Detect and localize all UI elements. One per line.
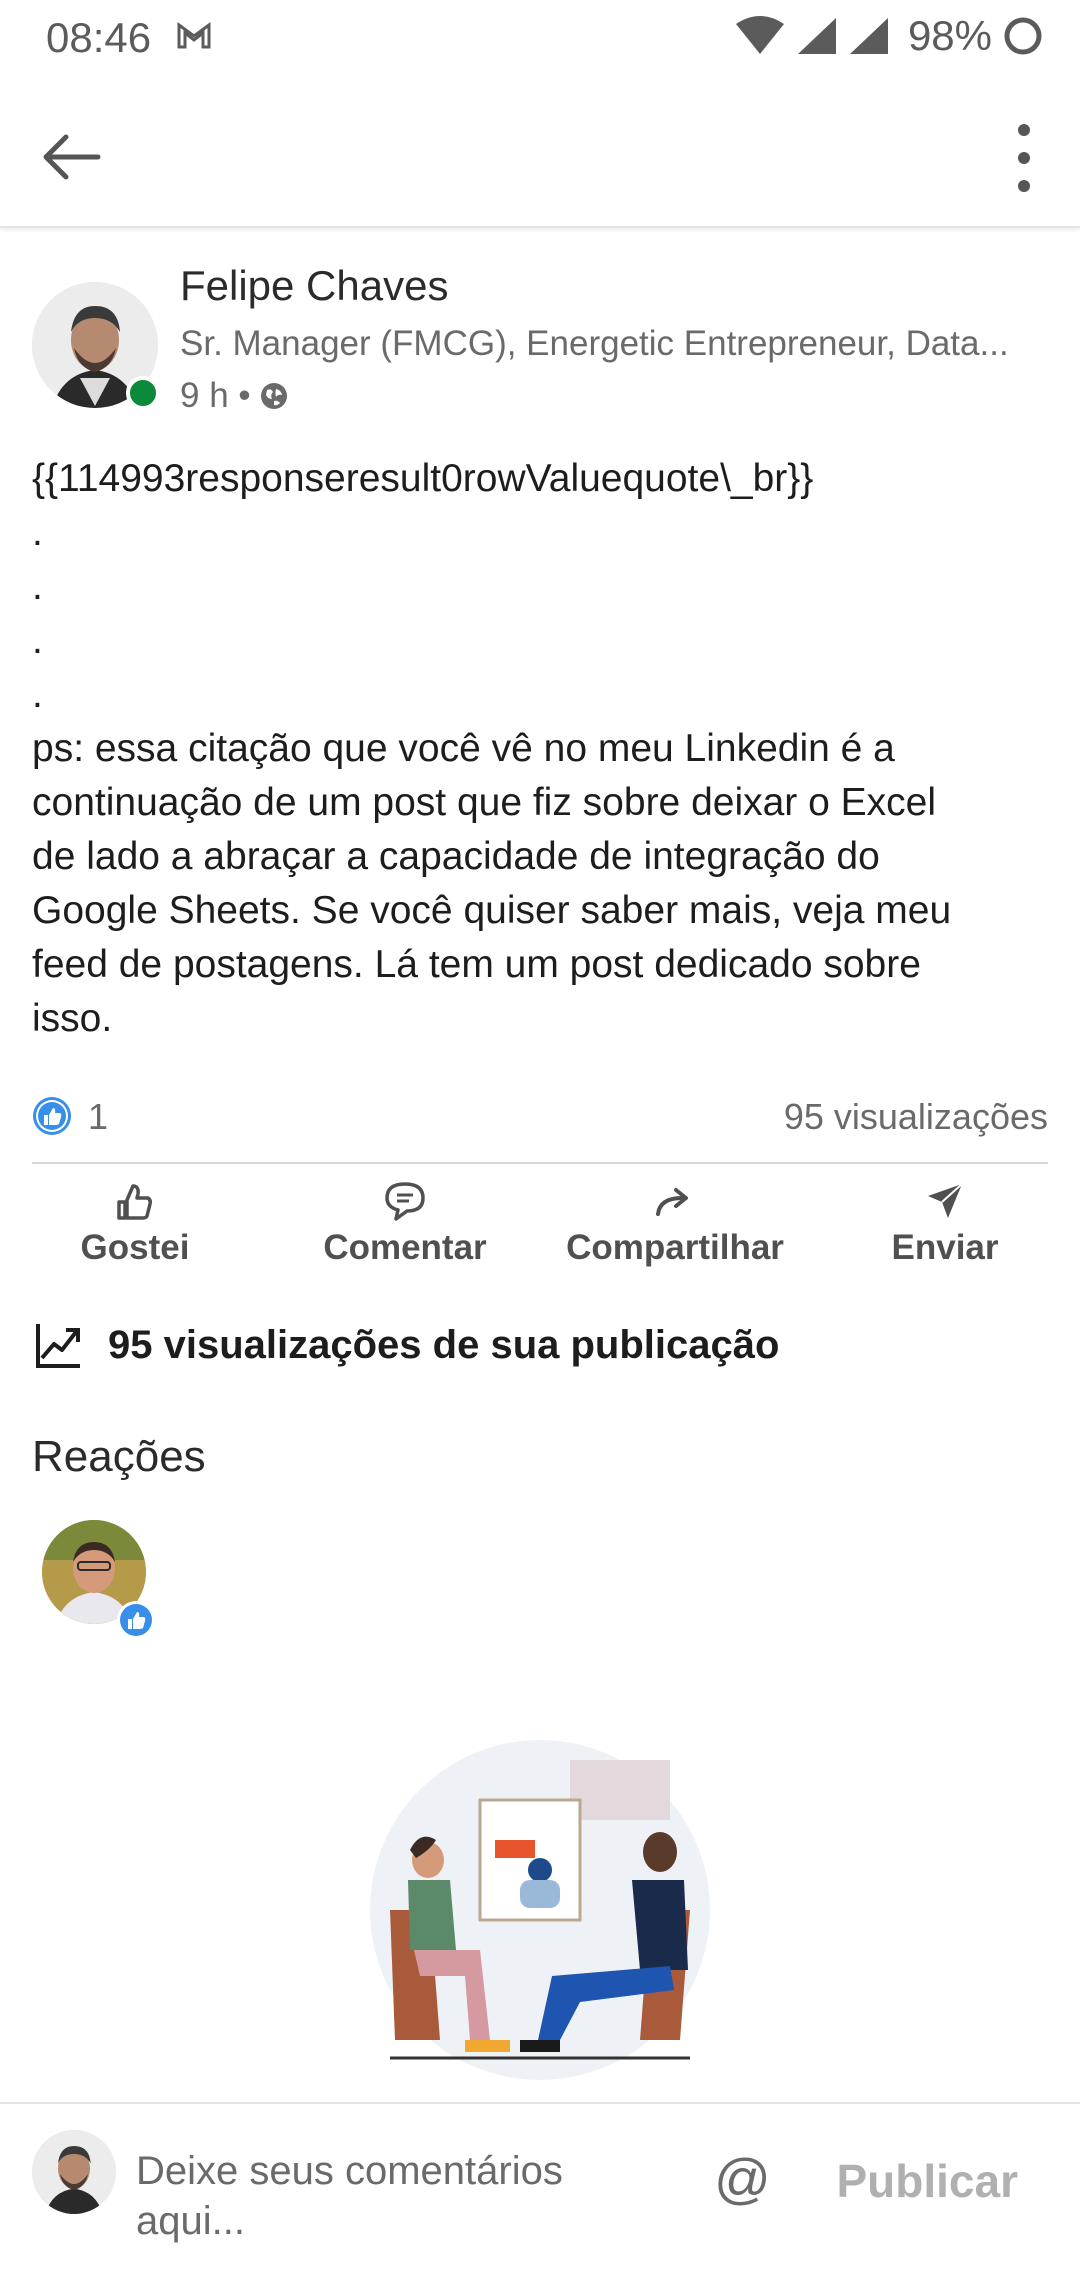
- post-line: {{114993responseresult0rowValuequote\_br…: [32, 457, 814, 500]
- arrow-left-icon[interactable]: [38, 122, 108, 192]
- reactor-avatar[interactable]: [42, 1520, 155, 1639]
- thumbs-up-icon: [117, 1184, 152, 1220]
- composer-avatar-photo: [32, 2130, 116, 2214]
- globe-icon: [260, 383, 287, 409]
- publish-button[interactable]: Publicar: [836, 2154, 1018, 2208]
- impressions-link[interactable]: 95 visualizações de sua publicação: [32, 1310, 1048, 1380]
- like-badge-icon: [117, 1601, 155, 1639]
- status-icons: 98%: [734, 12, 1044, 60]
- like-button[interactable]: Gostei: [0, 1176, 270, 1286]
- status-time: 08:46: [46, 14, 152, 61]
- post-line: feed de postagens. Lá tem um post dedica…: [32, 943, 921, 986]
- wifi-icon: [735, 16, 784, 54]
- people-meeting-illustration: [370, 1740, 710, 2080]
- online-status-dot: [126, 376, 160, 410]
- mention-button[interactable]: @: [714, 2146, 771, 2211]
- comment-input[interactable]: Deixe seus comentários aqui...: [136, 2146, 656, 2246]
- post-author[interactable]: Felipe Chaves Sr. Manager (FMCG), Energe…: [32, 262, 1048, 432]
- like-count[interactable]: 1: [88, 1096, 108, 1138]
- send-icon: [928, 1183, 963, 1218]
- status-bar: 08:46 98%: [0, 0, 1080, 80]
- post-line: ps: essa citação que você vê no meu Link…: [32, 727, 895, 770]
- views-count[interactable]: 95 visualizações: [784, 1096, 1048, 1138]
- trending-chart-icon: [36, 1324, 80, 1368]
- send-label: Enviar: [891, 1228, 999, 1267]
- like-reaction-icon[interactable]: [32, 1096, 72, 1136]
- post-line: .: [32, 565, 43, 608]
- post-time-text: 9 h •: [180, 376, 251, 415]
- author-name[interactable]: Felipe Chaves: [180, 262, 448, 310]
- reactions-title: Reações: [32, 1432, 206, 1481]
- post-line: de lado a abraçar a capacidade de integr…: [32, 835, 880, 878]
- post-line: Google Sheets. Se você quiser saber mais…: [32, 889, 952, 932]
- comment-composer: Deixe seus comentários aqui... @ Publica…: [0, 2102, 1080, 2282]
- battery-ring-icon: [1004, 17, 1042, 55]
- post-stats: 1 95 visualizações: [32, 1090, 1048, 1140]
- signal-icon-2: [849, 18, 888, 54]
- divider: [32, 1162, 1048, 1164]
- comment-icon: [385, 1182, 425, 1221]
- impressions-text: 95 visualizações de sua publicação: [108, 1322, 780, 1367]
- signal-icon: [797, 18, 836, 54]
- gmail-notification-icon: [177, 22, 211, 49]
- battery-percent: 98%: [907, 12, 992, 59]
- comment-label: Comentar: [323, 1228, 487, 1267]
- post-line: .: [32, 673, 43, 716]
- post-actions: Gostei Comentar Compartilhar Enviar: [0, 1176, 1080, 1286]
- comment-button[interactable]: Comentar: [270, 1176, 540, 1286]
- post-line: .: [32, 619, 43, 662]
- post-line: .: [32, 511, 43, 554]
- share-button[interactable]: Compartilhar: [540, 1176, 810, 1286]
- app-bar: [0, 80, 1080, 228]
- author-headline: Sr. Manager (FMCG), Energetic Entreprene…: [180, 324, 1009, 363]
- post-line: continuação de um post que fiz sobre dei…: [32, 781, 937, 824]
- send-button[interactable]: Enviar: [810, 1176, 1080, 1286]
- like-label: Gostei: [80, 1228, 190, 1267]
- post-time: 9 h •: [180, 376, 289, 416]
- composer-avatar: [32, 2130, 116, 2214]
- share-label: Compartilhar: [566, 1228, 784, 1267]
- post-body: {{114993responseresult0rowValuequote\_br…: [32, 452, 1048, 1046]
- more-vertical-icon[interactable]: [1004, 120, 1044, 196]
- share-icon: [656, 1188, 688, 1216]
- post-line: isso.: [32, 997, 113, 1040]
